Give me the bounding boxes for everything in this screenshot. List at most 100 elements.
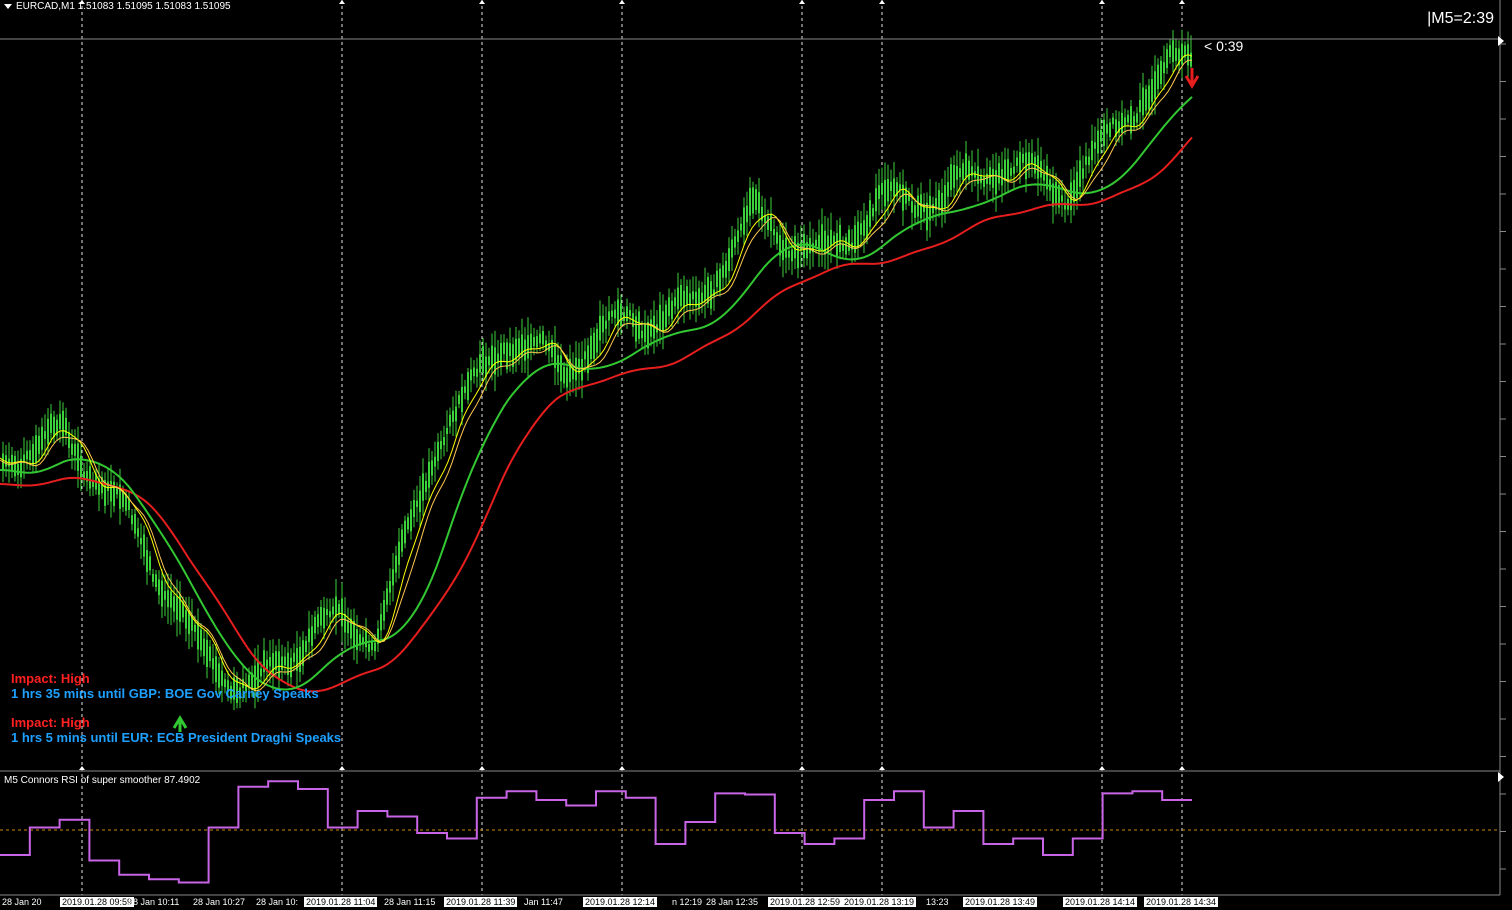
candle-body [269, 656, 271, 667]
candle-body [383, 600, 385, 621]
candle-body [611, 310, 613, 317]
candle-body [1055, 181, 1057, 206]
candle-body [17, 463, 19, 476]
candle-body [203, 638, 205, 657]
candle-body [737, 230, 739, 242]
candle-body [488, 356, 490, 366]
candle-body [833, 235, 835, 244]
candle-body [59, 414, 61, 430]
time-axis-label: Jan 11:47 [524, 897, 563, 907]
candle-body [704, 284, 706, 302]
candle-body [590, 335, 592, 360]
candle-body [887, 179, 889, 202]
candle-body [1106, 124, 1108, 134]
dropdown-icon[interactable] [4, 3, 12, 9]
candle-body [872, 208, 874, 217]
candle-body [722, 265, 724, 278]
candle-body [638, 311, 640, 339]
candle-body [674, 297, 676, 307]
time-axis-label: 28 Jan 10: [256, 897, 299, 907]
price-axis[interactable] [1499, 0, 1506, 895]
candle-body [329, 611, 331, 618]
candle-body [593, 332, 595, 359]
candle-body [893, 178, 895, 197]
candle-body [971, 166, 973, 177]
grid-marker-icon [1179, 766, 1185, 770]
candle-body [968, 160, 970, 180]
candle-body [140, 538, 142, 545]
candle-body [863, 220, 865, 236]
candle-body [401, 529, 403, 552]
grid-marker-icon [79, 766, 85, 770]
news-alert-2: Impact: High 1 hrs 5 mins until EUR: ECB… [11, 715, 341, 745]
candle-body [38, 435, 40, 454]
candle-body [635, 316, 637, 342]
news-text: 1 hrs 5 mins until EUR: ECB President Dr… [11, 730, 342, 745]
candle-body [344, 613, 346, 633]
candle-body [539, 333, 541, 344]
candle-body [1088, 156, 1090, 166]
candle-body [911, 201, 913, 213]
candle-body [473, 367, 475, 377]
grid-marker-icon [879, 766, 885, 770]
candle-body [881, 182, 883, 195]
time-axis-label: 28 Jan 20 [2, 897, 42, 907]
candle-body [428, 461, 430, 488]
time-axis-label: n 12:19 [672, 897, 703, 907]
candle-body [602, 315, 604, 333]
grid-marker-icon [339, 0, 345, 4]
candle-body [731, 239, 733, 258]
candle-body [308, 628, 310, 643]
price-chart[interactable] [0, 0, 1512, 910]
time-axis-label: 2019.01.28 13:49 [963, 897, 1038, 907]
candle-body [416, 500, 418, 507]
candle-body [11, 454, 13, 470]
candle-body [725, 260, 727, 278]
candle-body [791, 249, 793, 262]
candle-body [560, 355, 562, 382]
candle-body [596, 328, 598, 353]
candle-body [491, 345, 493, 369]
candle-body [1022, 153, 1024, 163]
candle-body [614, 309, 616, 319]
chart-title: EURCAD,M1 1.51083 1.51095 1.51083 1.5109… [4, 1, 231, 12]
candle-body [677, 287, 679, 310]
candle-body [914, 205, 916, 218]
candle-body [1016, 157, 1018, 166]
candle-body [146, 550, 148, 572]
candle-body [800, 242, 802, 251]
candle-body [875, 188, 877, 212]
grid-marker-icon [479, 766, 485, 770]
candle-body [1133, 116, 1135, 127]
candle-body [152, 574, 154, 582]
candle-body [827, 235, 829, 253]
time-axis-label: 28 Jan 11:15 [384, 897, 436, 907]
candle-body [410, 509, 412, 532]
candle-body [584, 351, 586, 360]
candle-body [1121, 112, 1123, 133]
candle-body [347, 620, 349, 634]
candle-body [662, 311, 664, 333]
candle-body [503, 342, 505, 355]
candle-body [29, 450, 31, 461]
time-axis-label: 28 Jan 10:11 [128, 897, 180, 907]
candle-body [107, 481, 109, 491]
candle-body [284, 656, 286, 666]
grid-marker-icon [619, 766, 625, 770]
news-text: 1 hrs 35 mins until GBP: BOE Gov Carney … [11, 686, 319, 701]
candle-body [74, 443, 76, 456]
candle-body [338, 604, 340, 614]
time-axis-label: 2019.01.28 12:14 [583, 897, 658, 907]
candle-body [698, 288, 700, 308]
candle-body [953, 164, 955, 188]
candle-body [446, 427, 448, 435]
candle-body [1031, 153, 1033, 164]
candle-body [599, 315, 601, 341]
candle-body [89, 466, 91, 489]
candle-body [1028, 152, 1030, 169]
candle-body [527, 335, 529, 359]
rsi-line [0, 780, 1192, 884]
candle-body [740, 223, 742, 231]
candle-body [1019, 152, 1021, 173]
candle-body [134, 513, 136, 534]
